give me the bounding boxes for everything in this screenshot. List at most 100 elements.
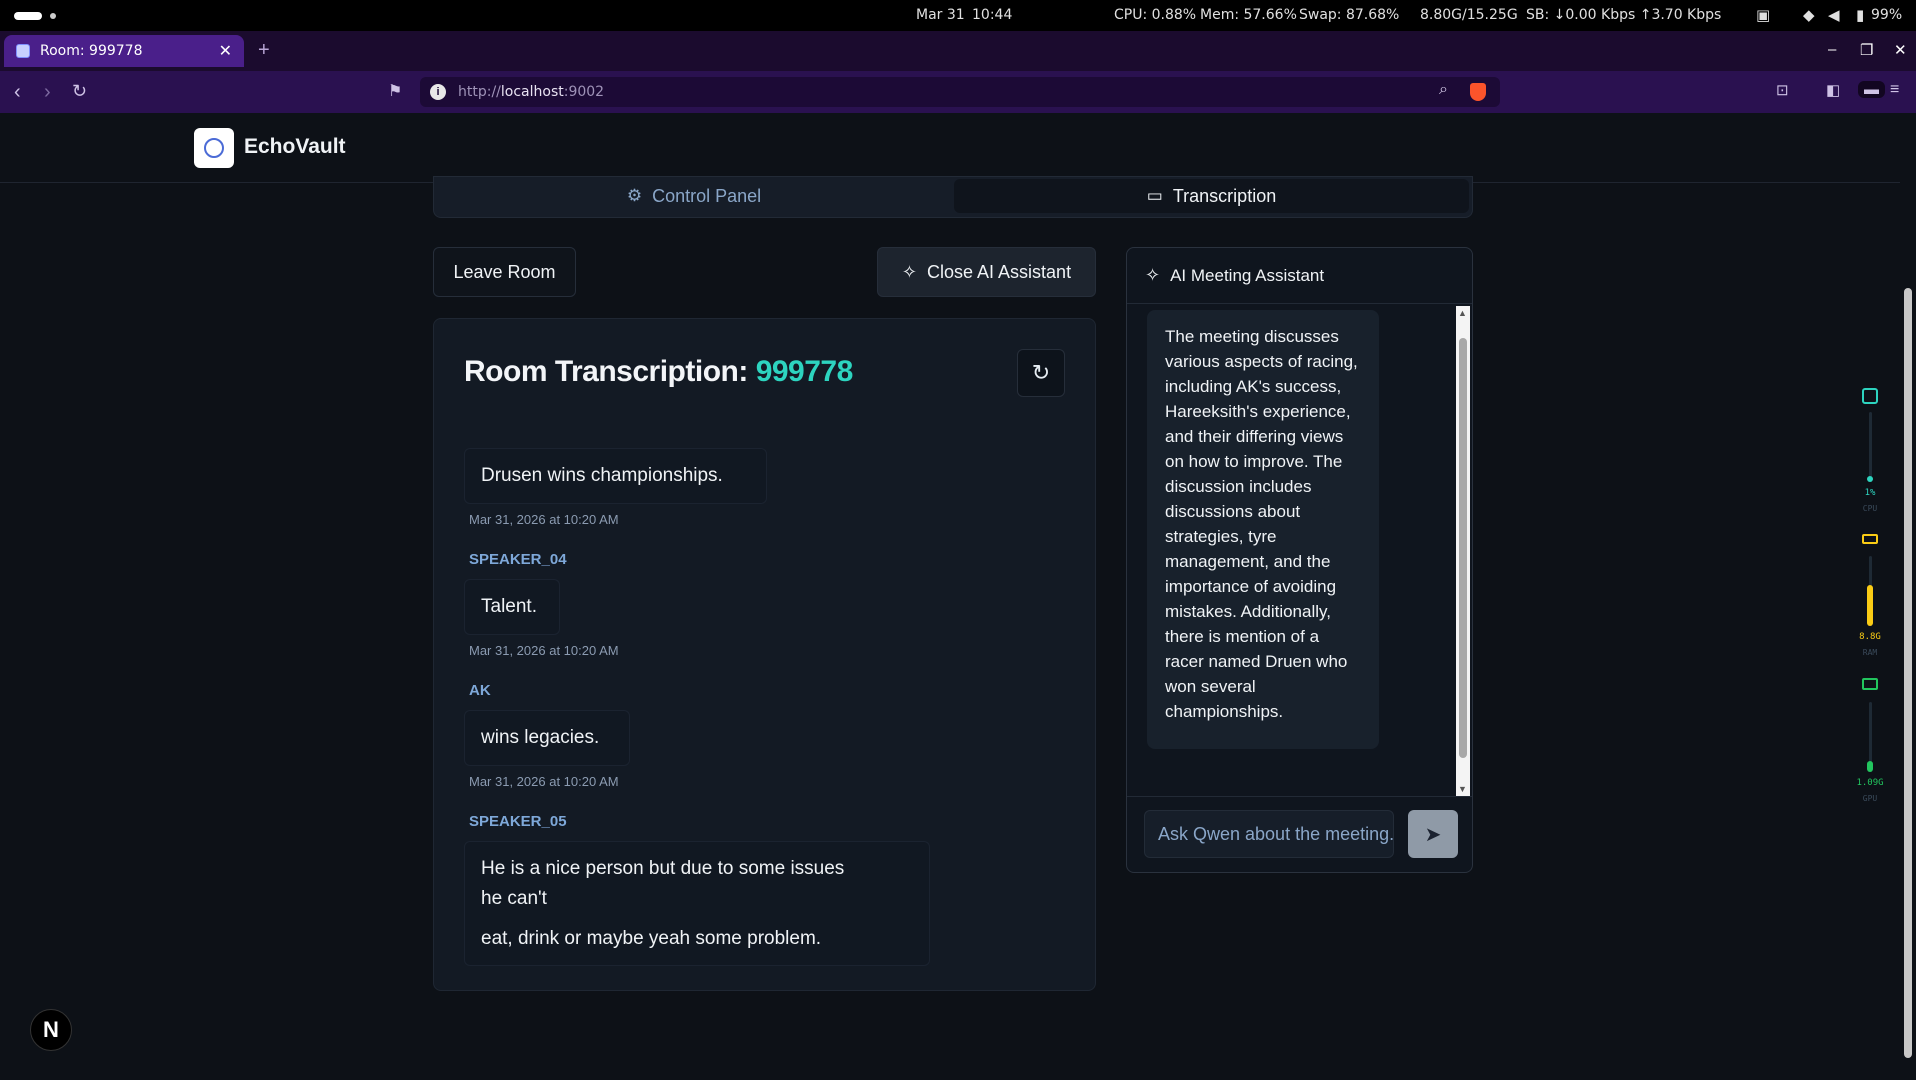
ram-bar-fill: [1867, 585, 1873, 626]
os-time[interactable]: 10:44: [972, 7, 1012, 23]
assistant-title: AI Meeting Assistant: [1170, 265, 1325, 285]
scroll-up-icon[interactable]: ▲: [1458, 308, 1467, 318]
close-window-icon[interactable]: ✕: [1894, 41, 1907, 59]
sparkles-icon: ✧: [1145, 265, 1161, 285]
ask-qwen-input[interactable]: Ask Qwen about the meeting...: [1144, 810, 1394, 858]
os-mem: Mem: 57.66%: [1200, 7, 1297, 23]
url-port: :9002: [563, 84, 605, 100]
cpu-bar-track: [1869, 412, 1872, 482]
nextjs-icon: N: [43, 1017, 59, 1042]
os-network: SB: ↓0.00 Kbps ↑3.70 Kbps: [1526, 7, 1722, 23]
ai-assistant-panel: ✧ AI Meeting Assistant The meeting discu…: [1126, 247, 1473, 873]
browser-address-bar: ‹ › ↻ ⚑ i http://localhost:9002 ⌕ ⊡ ◧ ▬ …: [0, 71, 1916, 113]
wifi-icon[interactable]: ◆: [1803, 6, 1815, 24]
refresh-button[interactable]: ↻: [1017, 349, 1065, 397]
list-item: Talent.: [464, 579, 560, 635]
cpu-value: 1%: [1864, 488, 1876, 498]
list-item: wins legacies.: [464, 710, 630, 766]
room-id: 999778: [755, 355, 854, 388]
nextjs-dev-badge[interactable]: N: [30, 1009, 72, 1051]
os-cpu: CPU: 0.88%: [1114, 7, 1197, 23]
url-field[interactable]: i http://localhost:9002 ⌕: [420, 77, 1500, 107]
browser-tab-room[interactable]: Room: 999778 ✕: [4, 35, 244, 67]
assistant-scrollbar[interactable]: ▲ ▼: [1456, 306, 1470, 796]
message-bubble: Talent.: [464, 579, 560, 635]
new-tab-icon[interactable]: +: [258, 39, 270, 62]
transcription-panel: Room Transcription: 999778 ↻ Drusen wins…: [433, 318, 1096, 991]
restore-icon[interactable]: ❐: [1860, 41, 1873, 59]
page-title: Room Transcription: 999778: [464, 355, 853, 389]
list-item: Drusen wins championships.: [464, 448, 767, 504]
tab-transcription[interactable]: ▭ Transcription: [954, 179, 1469, 213]
speaker-label: AK: [469, 682, 491, 699]
menu-icon[interactable]: ≡: [1890, 81, 1899, 99]
sidebar-toggle-icon[interactable]: ◧: [1826, 81, 1840, 99]
speaker-label: SPEAKER_05: [469, 813, 567, 830]
send-button[interactable]: ➤: [1408, 810, 1458, 858]
ram-label: RAM: [1862, 648, 1878, 657]
message-bubble: He is a nice person but due to some issu…: [464, 841, 930, 966]
message-line: eat, drink or maybe yeah some problem.: [481, 927, 822, 949]
url-scheme: http://: [458, 84, 501, 100]
message-bubble: wins legacies.: [464, 710, 630, 766]
tab-title: Room: 999778: [40, 43, 143, 59]
list-item: He is a nice person but due to some issu…: [464, 841, 930, 966]
wallet-icon[interactable]: ▬: [1858, 81, 1885, 98]
echovault-logo-icon[interactable]: [194, 128, 234, 168]
gpu-icon: [1862, 678, 1878, 690]
title-prefix: Room Transcription:: [464, 355, 756, 388]
scroll-thumb[interactable]: [1459, 338, 1467, 758]
brave-shield-icon[interactable]: [1470, 83, 1486, 101]
message-icon: ▭: [1146, 186, 1163, 205]
system-monitor-widget: 1% CPU 8.8G RAM 1.09G GPU: [1850, 380, 1890, 803]
send-icon: ➤: [1424, 823, 1442, 846]
page-scrollbar[interactable]: [1900, 113, 1916, 1080]
battery-icon[interactable]: ▮: [1856, 6, 1864, 24]
scroll-down-icon[interactable]: ▼: [1458, 784, 1467, 794]
gear-icon: ⚙: [626, 186, 643, 205]
cpu-icon: [1862, 388, 1878, 404]
close-ai-label: Close AI Assistant: [927, 261, 1072, 282]
leave-room-button[interactable]: Leave Room: [433, 247, 576, 297]
message-timestamp: Mar 31, 2026 at 10:20 AM: [469, 512, 619, 527]
browser-tab-bar: Room: 999778 ✕ + – ❐ ✕: [0, 31, 1916, 71]
message-timestamp: Mar 31, 2026 at 10:20 AM: [469, 643, 619, 658]
refresh-icon: ↻: [1031, 360, 1051, 385]
tab-control-panel[interactable]: ⚙ Control Panel: [434, 177, 954, 215]
cpu-label: CPU: [1862, 504, 1878, 513]
reload-icon[interactable]: ↻: [72, 81, 87, 102]
message-timestamp: Mar 31, 2026 at 10:20 AM: [469, 774, 619, 789]
tab-control-panel-label: Control Panel: [652, 185, 762, 206]
app-header: EchoVault: [0, 113, 1900, 183]
os-mem-used: 8.80G/15.25G: [1420, 7, 1518, 23]
tab-transcription-label: Transcription: [1172, 185, 1277, 206]
ram-value: 8.8G: [1859, 632, 1881, 642]
clipboard-icon[interactable]: ▣: [1756, 6, 1770, 24]
forward-icon[interactable]: ›: [44, 81, 51, 104]
assistant-input-bar: Ask Qwen about the meeting... ➤: [1127, 796, 1472, 872]
bookmark-icon[interactable]: ⚑: [388, 81, 402, 101]
url-text[interactable]: http://localhost:9002: [458, 84, 604, 100]
page-scroll-thumb[interactable]: [1904, 288, 1912, 1058]
gpu-label: GPU: [1862, 794, 1878, 803]
workspace-dot[interactable]: [50, 13, 56, 19]
view-switch: ⚙ Control Panel ▭ Transcription: [433, 176, 1473, 218]
gpu-value: 1.09G: [1856, 778, 1884, 788]
workspace-indicator[interactable]: [14, 12, 42, 20]
favicon-icon: [16, 44, 30, 58]
back-icon[interactable]: ‹: [14, 81, 21, 104]
volume-icon[interactable]: ◀: [1828, 6, 1840, 24]
screenshot-icon[interactable]: ⊡: [1776, 81, 1789, 99]
brand-name[interactable]: EchoVault: [244, 135, 346, 159]
zoom-icon[interactable]: ⌕: [1439, 81, 1448, 99]
close-ai-assistant-button[interactable]: ✧ Close AI Assistant: [877, 247, 1096, 297]
cpu-bar-fill: [1867, 476, 1873, 482]
close-tab-icon[interactable]: ✕: [219, 41, 232, 61]
ram-icon: [1862, 534, 1878, 544]
site-info-icon[interactable]: i: [430, 84, 446, 100]
os-date[interactable]: Mar 31: [916, 7, 965, 23]
os-swap: Swap: 87.68%: [1299, 7, 1400, 23]
os-top-bar: Mar 31 10:44 CPU: 0.88% Mem: 57.66% Swap…: [0, 0, 1916, 31]
minimize-icon[interactable]: –: [1828, 41, 1836, 58]
url-host: localhost: [500, 84, 564, 100]
